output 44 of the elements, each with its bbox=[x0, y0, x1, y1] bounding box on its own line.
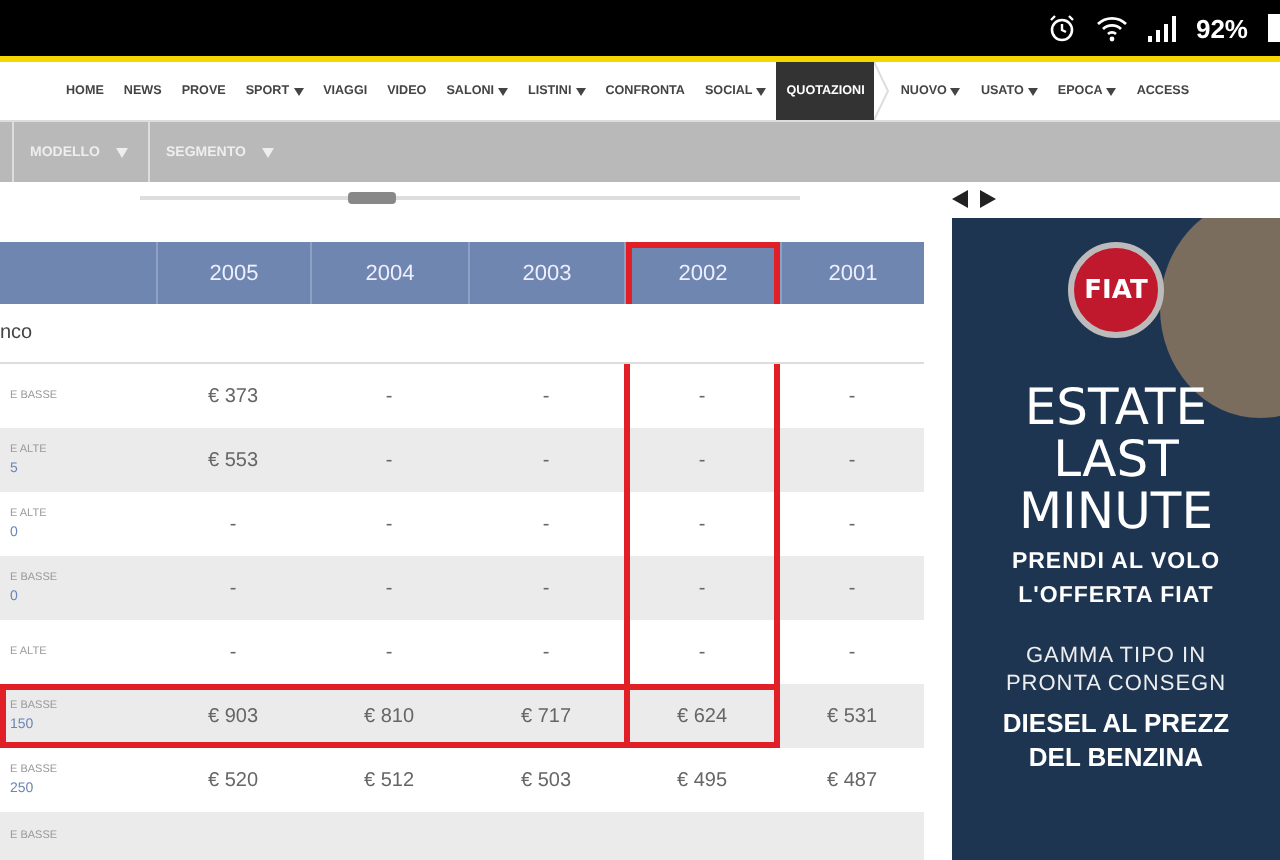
price-cell: - bbox=[468, 556, 624, 620]
ad-claim: DIESEL AL PREZZ bbox=[1002, 706, 1230, 740]
signal-icon bbox=[1147, 15, 1176, 41]
ad-headline: ESTATE bbox=[1024, 382, 1208, 434]
price-cell: - bbox=[624, 620, 780, 684]
battery-icon bbox=[1268, 14, 1280, 42]
right-arrow-icon[interactable] bbox=[980, 189, 996, 207]
column-header: 2004 bbox=[310, 242, 468, 304]
column-header: 2001 bbox=[780, 242, 924, 304]
battery-percent: 92% bbox=[1195, 13, 1248, 43]
price-cell: - bbox=[468, 428, 624, 492]
price-cell: € 531 bbox=[780, 684, 924, 748]
ad-headline: LAST bbox=[1053, 434, 1179, 486]
ad-subhead: PRENDI AL VOLO bbox=[1011, 548, 1221, 578]
alarm-clock-icon bbox=[1047, 14, 1076, 42]
price-cell: - bbox=[624, 428, 780, 492]
price-cell: € 810 bbox=[310, 684, 468, 748]
price-cell: € 903 bbox=[156, 684, 310, 748]
fiat-ad-banner[interactable]: FIAT ESTATE LAST MINUTE PRENDI AL VOLO L'OFFERTA FIAT GAMMA TIPO IN PRONTA CONSEGN DIESEL AL PREZZ DEL BENZINA bbox=[952, 218, 1280, 860]
price-cell: € 553 bbox=[156, 428, 310, 492]
ad-subhead: L'OFFERTA FIAT bbox=[1018, 582, 1214, 612]
ad-headline: MINUTE bbox=[1018, 486, 1213, 538]
wifi-icon bbox=[1095, 14, 1128, 42]
caret-icon bbox=[116, 147, 128, 157]
fiat-logo: FIAT bbox=[1068, 242, 1164, 338]
price-cell: € 624 bbox=[624, 684, 780, 748]
ad-offer: PRONTA CONSEGN bbox=[1005, 670, 1227, 698]
price-cell: - bbox=[624, 492, 780, 556]
price-cell: - bbox=[780, 428, 924, 492]
price-cell: - bbox=[624, 556, 780, 620]
price-cell: € 717 bbox=[468, 684, 624, 748]
scroll-thumb[interactable] bbox=[348, 192, 396, 204]
column-header: 2003 bbox=[468, 242, 624, 304]
column-header: 2002 bbox=[624, 242, 780, 304]
column-header: 2005 bbox=[156, 242, 310, 304]
price-cell: - bbox=[780, 556, 924, 620]
price-cell: - bbox=[156, 556, 310, 620]
ad-claim: DEL BENZINA bbox=[1028, 740, 1204, 774]
caret-icon bbox=[261, 147, 274, 157]
ad-offer: GAMMA TIPO IN bbox=[1025, 642, 1207, 670]
left-arrow-icon[interactable] bbox=[952, 189, 968, 207]
price-cell: - bbox=[310, 428, 468, 492]
price-cell: - bbox=[624, 364, 780, 428]
price-cell: - bbox=[310, 556, 468, 620]
